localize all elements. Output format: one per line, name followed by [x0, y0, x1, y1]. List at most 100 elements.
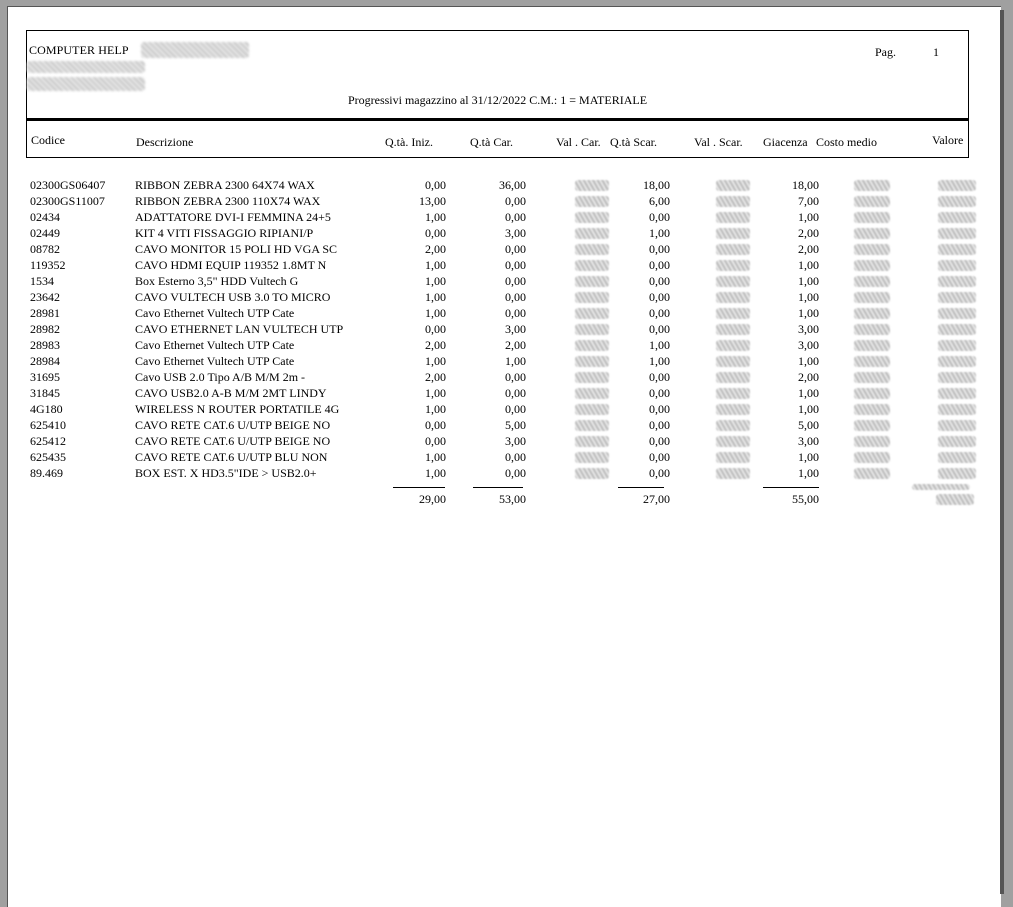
page-label: Pag.	[875, 45, 896, 59]
total-giacenza: 55,00	[792, 492, 819, 506]
cell-descrizione: CAVO RETE CAT.6 U/UTP BEIGE NO	[135, 418, 331, 432]
total-qta-scar: 27,00	[643, 492, 670, 506]
redacted-val-scar	[716, 180, 750, 191]
redacted-address-line	[27, 61, 145, 73]
cell-codice: 02300GS06407	[30, 178, 106, 192]
cell-qta-iniz: 1,00	[425, 290, 446, 304]
redacted-valore	[938, 468, 976, 479]
cell-codice: 28984	[30, 354, 60, 368]
totals-row: 29,00 53,00 27,00 55,00	[26, 492, 974, 508]
redacted-val-car	[575, 356, 609, 367]
redacted-costo-medio	[854, 388, 890, 399]
cell-qta-iniz: 1,00	[425, 258, 446, 272]
cell-qta-car: 0,00	[505, 450, 526, 464]
page-number: 1	[933, 45, 939, 59]
redacted-costo-medio	[854, 468, 890, 479]
redacted-val-scar	[716, 340, 750, 351]
cell-qta-iniz: 0,00	[425, 226, 446, 240]
cell-giacenza: 1,00	[798, 274, 819, 288]
cell-qta-scar: 1,00	[649, 354, 670, 368]
column-header-valore: Valore	[932, 133, 964, 147]
table-row: 28982 CAVO ETHERNET LAN VULTECH UTP 0,00 3,…	[26, 322, 976, 338]
redacted-val-scar	[716, 292, 750, 303]
cell-qta-scar: 0,00	[649, 274, 670, 288]
cell-qta-scar: 0,00	[649, 210, 670, 224]
cell-qta-car: 0,00	[505, 306, 526, 320]
cell-codice: 08782	[30, 242, 60, 256]
redacted-val-scar	[716, 404, 750, 415]
table-row: 02300GS06407 RIBBON ZEBRA 2300 64X74 WAX 0…	[26, 178, 976, 194]
cell-qta-scar: 6,00	[649, 194, 670, 208]
cell-qta-car: 5,00	[505, 418, 526, 432]
column-header-qta-iniz: Q.tà. Iniz.	[385, 135, 433, 149]
cell-codice: 28982	[30, 322, 60, 336]
cell-qta-scar: 0,00	[649, 466, 670, 480]
cell-codice: 625412	[30, 434, 66, 448]
table-row: 625410 CAVO RETE CAT.6 U/UTP BEIGE NO 0,00…	[26, 418, 976, 434]
cell-qta-car: 0,00	[505, 274, 526, 288]
redacted-costo-medio	[854, 340, 890, 351]
cell-qta-iniz: 2,00	[425, 338, 446, 352]
cell-qta-scar: 0,00	[649, 450, 670, 464]
cell-qta-iniz: 1,00	[425, 306, 446, 320]
table-row: 23642 CAVO VULTECH USB 3.0 TO MICRO 1,00 0,…	[26, 290, 976, 306]
cell-qta-iniz: 2,00	[425, 242, 446, 256]
cell-qta-car: 1,00	[505, 354, 526, 368]
cell-qta-iniz: 1,00	[425, 450, 446, 464]
redacted-val-car	[575, 324, 609, 335]
cell-qta-iniz: 0,00	[425, 322, 446, 336]
redacted-val-car	[575, 260, 609, 271]
page-shadow	[1000, 10, 1004, 894]
cell-qta-car: 0,00	[505, 370, 526, 384]
table-row: 625435 CAVO RETE CAT.6 U/UTP BLU NON 1,00 0…	[26, 450, 976, 466]
redacted-valore	[938, 228, 976, 239]
cell-qta-scar: 0,00	[649, 386, 670, 400]
cell-qta-car: 0,00	[505, 290, 526, 304]
cell-descrizione: Cavo USB 2.0 Tipo A/B M/M 2m -	[135, 370, 306, 384]
redacted-val-car	[575, 292, 609, 303]
cell-descrizione: WIRELESS N ROUTER PORTATILE 4G	[135, 402, 340, 416]
total-underline-qta-scar	[618, 487, 664, 488]
redacted-val-scar	[716, 228, 750, 239]
redacted-valore	[938, 420, 976, 431]
cell-qta-car: 36,00	[499, 178, 526, 192]
total-underline-giacenza	[763, 487, 819, 488]
cell-qta-scar: 0,00	[649, 306, 670, 320]
redacted-valore	[938, 324, 976, 335]
cell-codice: 4G180	[30, 402, 63, 416]
cell-giacenza: 18,00	[792, 178, 819, 192]
total-underline-qta-car	[473, 487, 523, 488]
redacted-val-car	[575, 212, 609, 223]
cell-descrizione: CAVO USB2.0 A-B M/M 2MT LINDY	[135, 386, 327, 400]
redacted-costo-medio	[854, 356, 890, 367]
table-row: 28981 Cavo Ethernet Vultech UTP Cate 1,00 0…	[26, 306, 976, 322]
table-row: 89.469 BOX EST. X HD3.5"IDE > USB2.0+ 1,00…	[26, 466, 976, 482]
redacted-val-car	[575, 372, 609, 383]
cell-codice: 02449	[30, 226, 60, 240]
cell-descrizione: CAVO ETHERNET LAN VULTECH UTP	[135, 322, 344, 336]
cell-qta-car: 3,00	[505, 434, 526, 448]
cell-giacenza: 1,00	[798, 466, 819, 480]
table-row: 31695 Cavo USB 2.0 Tipo A/B M/M 2m - 2,00 0…	[26, 370, 976, 386]
redacted-valore	[938, 436, 976, 447]
table-row: 31845 CAVO USB2.0 A-B M/M 2MT LINDY 1,00 0,…	[26, 386, 976, 402]
cell-descrizione: KIT 4 VITI FISSAGGIO RIPIANI/P	[135, 226, 314, 240]
cell-qta-scar: 0,00	[649, 322, 670, 336]
cell-descrizione: RIBBON ZEBRA 2300 64X74 WAX	[135, 178, 315, 192]
cell-giacenza: 2,00	[798, 226, 819, 240]
redacted-costo-medio	[854, 372, 890, 383]
cell-giacenza: 1,00	[798, 354, 819, 368]
cell-descrizione: ADATTATORE DVI-I FEMMINA 24+5	[135, 210, 331, 224]
redacted-val-scar	[716, 388, 750, 399]
table-row: 28984 Cavo Ethernet Vultech UTP Cate 1,00 1…	[26, 354, 976, 370]
redacted-costo-medio	[854, 292, 890, 303]
redacted-costo-medio	[854, 452, 890, 463]
cell-descrizione: CAVO VULTECH USB 3.0 TO MICRO	[135, 290, 331, 304]
cell-descrizione: CAVO RETE CAT.6 U/UTP BEIGE NO	[135, 434, 331, 448]
redacted-valore	[938, 260, 976, 271]
cell-qta-scar: 0,00	[649, 402, 670, 416]
redacted-valore	[938, 292, 976, 303]
redacted-valore	[938, 276, 976, 287]
report-title: Progressivi magazzino al 31/12/2022 C.M.…	[347, 93, 648, 107]
cell-qta-car: 2,00	[505, 338, 526, 352]
